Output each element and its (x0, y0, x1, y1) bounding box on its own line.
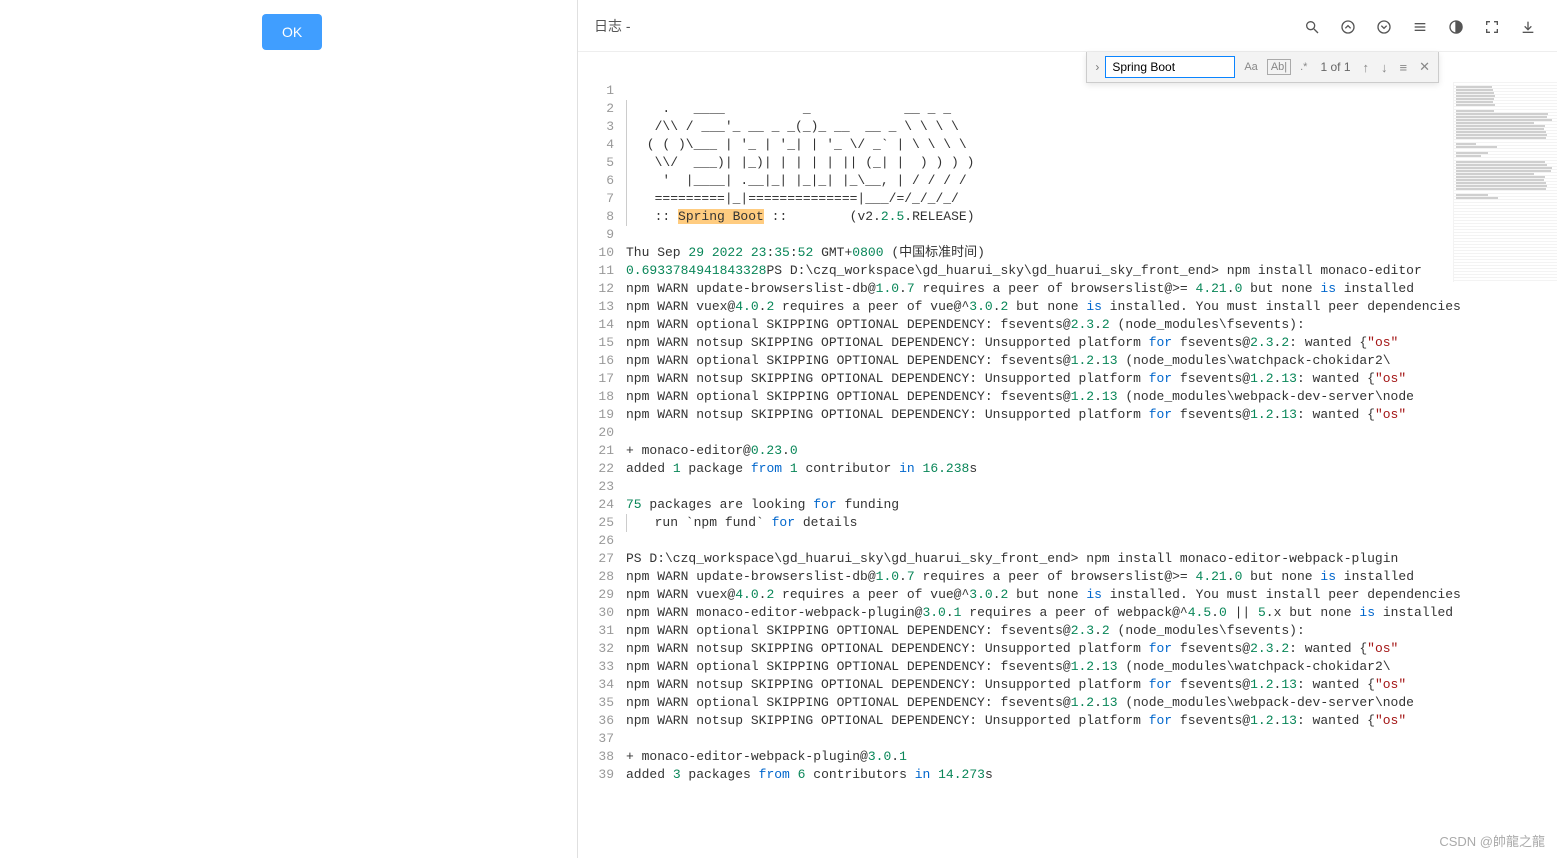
contrast-icon[interactable] (1447, 18, 1465, 36)
toolbar-icons (1303, 18, 1537, 36)
editor[interactable]: › Aa Ab| .* 1 of 1 ↑ ↓ ≡ ✕ 1234567891011… (578, 52, 1557, 858)
download-icon[interactable] (1519, 18, 1537, 36)
find-close-icon[interactable]: ✕ (1419, 59, 1430, 75)
page-title: 日志 - (594, 16, 631, 36)
right-panel: 日志 - › Aa Ab| .* 1 of 1 ↑ ↓ ≡ ✕ 12345678… (577, 0, 1557, 858)
watermark: CSDN @帥龍之龍 (1439, 831, 1545, 850)
find-word-toggle[interactable]: Ab| (1267, 59, 1291, 75)
line-gutter: 1234567891011121314151617181920212223242… (578, 82, 626, 858)
find-input[interactable] (1105, 56, 1235, 78)
left-panel: OK (0, 0, 577, 858)
find-match-count: 1 of 1 (1320, 60, 1350, 74)
find-selection-icon[interactable]: ≡ (1400, 60, 1408, 75)
find-prev-icon[interactable]: ↑ (1363, 60, 1370, 75)
menu-icon[interactable] (1411, 18, 1429, 36)
expand-down-icon[interactable] (1375, 18, 1393, 36)
code-lines[interactable]: . ____ _ __ _ _ /\\ / ___'_ __ _ _(_)_ _… (626, 82, 1557, 858)
collapse-up-icon[interactable] (1339, 18, 1357, 36)
minimap[interactable] (1453, 82, 1557, 282)
find-case-toggle[interactable]: Aa (1241, 60, 1260, 74)
fullscreen-icon[interactable] (1483, 18, 1501, 36)
find-regex-toggle[interactable]: .* (1297, 60, 1310, 74)
find-next-icon[interactable]: ↓ (1381, 60, 1388, 75)
search-icon[interactable] (1303, 18, 1321, 36)
ok-button[interactable]: OK (262, 14, 322, 50)
find-widget: › Aa Ab| .* 1 of 1 ↑ ↓ ≡ ✕ (1086, 52, 1439, 83)
find-expand-icon[interactable]: › (1095, 60, 1099, 74)
code-area[interactable]: 1234567891011121314151617181920212223242… (578, 52, 1557, 858)
